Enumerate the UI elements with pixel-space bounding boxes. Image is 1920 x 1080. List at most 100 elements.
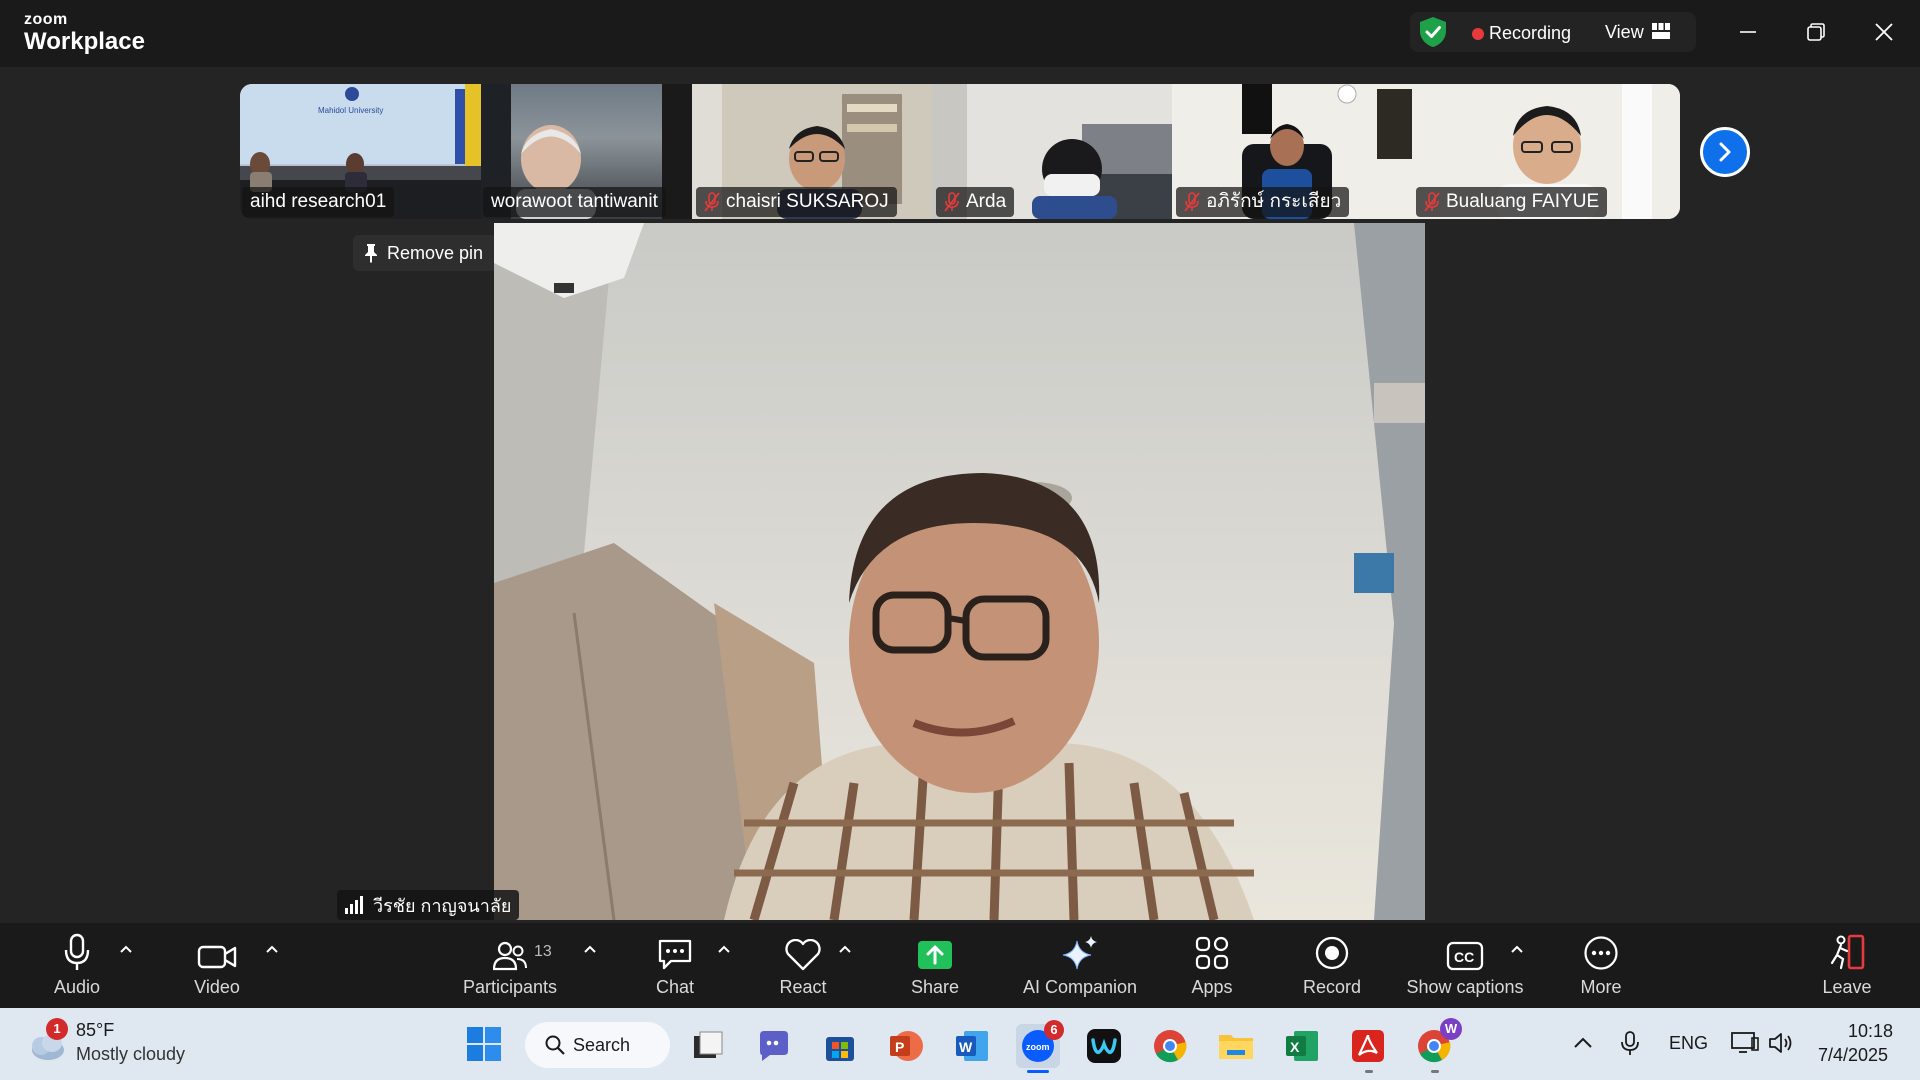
zoom-notification-badge: 6 — [1044, 1020, 1064, 1040]
file-explorer-app[interactable] — [1214, 1024, 1258, 1068]
microsoft-store-app[interactable] — [818, 1024, 862, 1068]
next-page-button[interactable] — [1700, 127, 1750, 177]
mic-muted-icon — [944, 192, 960, 212]
running-app-indicator — [1365, 1070, 1373, 1073]
ai-companion-label: AI Companion — [1022, 977, 1138, 997]
remove-pin-button[interactable]: Remove pin — [353, 235, 498, 271]
record-icon — [1315, 936, 1349, 970]
clock-date[interactable]: 7/4/2025 — [1818, 1045, 1888, 1066]
search-icon — [545, 1035, 565, 1055]
running-app-indicator — [1431, 1070, 1439, 1073]
speaker-name: วีรชัย กาญจนาลัย — [373, 895, 512, 916]
webex-icon — [1087, 1029, 1121, 1063]
participant-name: aihd research01 — [242, 187, 395, 217]
input-language-indicator[interactable]: ENG — [1669, 1033, 1708, 1054]
active-speaker-label: วีรชัย กาญจนาลัย — [337, 890, 520, 920]
participant-name: worawoot tantiwanit — [483, 187, 666, 217]
store-bag-icon — [826, 1037, 854, 1061]
taskbar-search-box[interactable]: Search — [525, 1022, 670, 1068]
zoom-workplace-logo: zoom Workplace — [24, 12, 145, 54]
mic-muted-icon — [704, 192, 720, 212]
teams-chat-icon — [760, 1031, 788, 1061]
audio-options-caret-icon[interactable] — [118, 943, 134, 955]
weather-temperature[interactable]: 85°F — [76, 1020, 114, 1041]
active-app-indicator — [1027, 1070, 1049, 1073]
acrobat-app[interactable] — [1346, 1024, 1390, 1068]
video-options-caret-icon[interactable] — [264, 943, 280, 955]
svg-text:P: P — [895, 1039, 904, 1055]
participants-options-caret-icon[interactable] — [582, 943, 598, 955]
room-sign-text: Mahidol University — [318, 106, 384, 115]
meeting-controls-toolbar: Audio Video Participants 13 Chat React S… — [0, 923, 1920, 1008]
powerpoint-app[interactable]: P — [884, 1024, 928, 1068]
tray-microphone-icon[interactable] — [1620, 1030, 1640, 1056]
network-icon[interactable] — [1730, 1030, 1760, 1056]
close-window-button[interactable] — [1864, 14, 1904, 50]
show-hidden-icons-chevron-icon[interactable] — [1573, 1036, 1593, 1050]
more-button[interactable]: More — [1566, 923, 1636, 1008]
video-button[interactable]: Video — [182, 923, 252, 1008]
audio-label: Audio — [53, 977, 101, 997]
react-button[interactable]: React — [768, 923, 838, 1008]
windows-start-icon[interactable] — [466, 1026, 502, 1062]
clock-time[interactable]: 10:18 — [1848, 1021, 1893, 1042]
video-camera-icon — [197, 945, 237, 969]
weather-description[interactable]: Mostly cloudy — [76, 1044, 185, 1065]
participant-tile[interactable]: Bualuang FAIYUE — [1412, 84, 1680, 219]
excel-app[interactable]: X — [1280, 1024, 1324, 1068]
restore-button[interactable] — [1796, 14, 1836, 50]
leave-label: Leave — [1822, 977, 1872, 997]
encryption-shield-icon[interactable] — [1418, 16, 1448, 48]
record-label: Record — [1302, 977, 1362, 997]
powerpoint-icon: P — [890, 1031, 923, 1061]
participants-icon — [493, 941, 527, 971]
minimize-button[interactable] — [1728, 14, 1768, 50]
apps-button[interactable]: Apps — [1177, 923, 1247, 1008]
more-dots-icon — [1584, 936, 1618, 970]
weather-alert-badge: 1 — [46, 1018, 68, 1040]
participant-tile[interactable]: อภิรักษ์ กระเสียว — [1172, 84, 1412, 219]
sparkle-icon — [1062, 936, 1097, 970]
chevron-right-icon — [1719, 142, 1731, 162]
participant-name-muted: Bualuang FAIYUE — [1416, 187, 1608, 217]
recording-indicator[interactable]: Recording — [1489, 23, 1571, 44]
more-label: More — [1580, 977, 1622, 997]
apps-grid-icon — [1195, 936, 1229, 970]
participant-tile[interactable]: Mahidol University aihd research01 — [240, 84, 481, 219]
signal-strength-icon — [345, 896, 363, 914]
word-app[interactable]: W — [950, 1024, 994, 1068]
chat-options-caret-icon[interactable] — [716, 943, 732, 955]
speaker-video-feed — [494, 223, 1425, 920]
share-screen-button[interactable]: Share — [900, 923, 970, 1008]
participants-button[interactable]: Participants — [455, 923, 565, 1008]
leave-meeting-button[interactable]: Leave — [1812, 923, 1882, 1008]
volume-speaker-icon[interactable] — [1768, 1031, 1796, 1055]
chat-bubble-icon — [658, 939, 692, 970]
participant-name: Bualuang FAIYUE — [1446, 191, 1600, 212]
participant-tile[interactable]: worawoot tantiwanit — [481, 84, 692, 219]
task-view-app[interactable] — [686, 1024, 730, 1068]
chrome-app[interactable] — [1148, 1024, 1192, 1068]
chat-button[interactable]: Chat — [640, 923, 710, 1008]
teams-app[interactable] — [752, 1024, 796, 1068]
svg-text:X: X — [1290, 1039, 1300, 1055]
record-button[interactable]: Record — [1297, 923, 1367, 1008]
webex-app[interactable] — [1082, 1024, 1126, 1068]
apps-label: Apps — [1191, 977, 1233, 997]
search-label: Search — [573, 1034, 631, 1055]
view-button[interactable]: View — [1605, 22, 1644, 43]
show-captions-button[interactable]: CC Show captions — [1400, 923, 1530, 1008]
captions-options-caret-icon[interactable] — [1509, 943, 1525, 955]
audio-button[interactable]: Audio — [42, 923, 112, 1008]
react-options-caret-icon[interactable] — [837, 943, 853, 955]
grid-view-icon[interactable] — [1652, 23, 1670, 39]
participant-name-muted: chaisri SUKSAROJ — [696, 187, 897, 217]
active-speaker-video[interactable] — [494, 223, 1425, 920]
participant-name-muted: อภิรักษ์ กระเสียว — [1176, 187, 1350, 217]
share-label: Share — [910, 977, 960, 997]
participant-name: อภิรักษ์ กระเสียว — [1206, 191, 1342, 212]
participant-tile[interactable]: Arda — [932, 84, 1172, 219]
ai-companion-button[interactable]: AI Companion — [1020, 923, 1140, 1008]
participant-tile[interactable]: chaisri SUKSAROJ — [692, 84, 932, 219]
acrobat-pdf-icon — [1352, 1030, 1384, 1062]
